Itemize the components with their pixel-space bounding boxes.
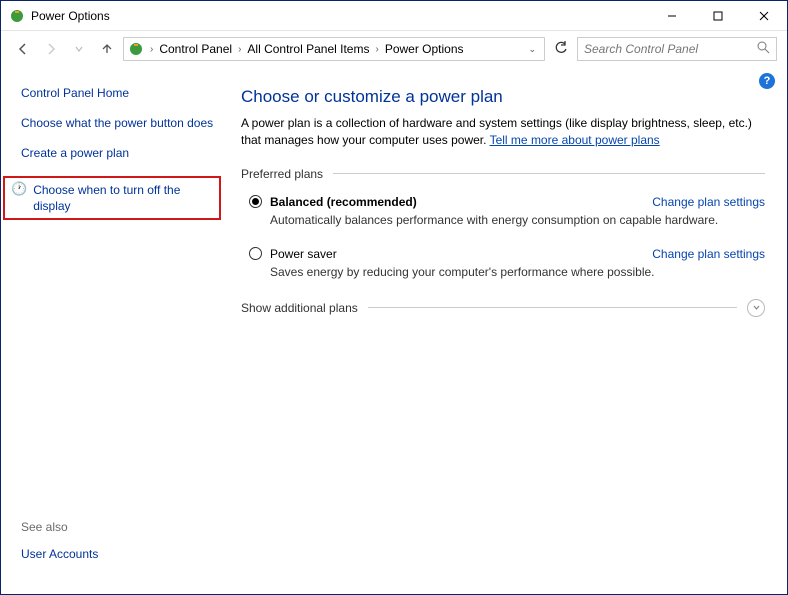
sidebar-link-power-button[interactable]: Choose what the power button does	[21, 115, 219, 131]
plan-description: Saves energy by reducing your computer's…	[270, 265, 765, 279]
navbar: › Control Panel › All Control Panel Item…	[1, 31, 787, 67]
up-button[interactable]	[95, 37, 119, 61]
change-plan-settings-link[interactable]: Change plan settings	[652, 247, 765, 261]
chevron-right-icon: ›	[373, 44, 380, 55]
plan-balanced: Balanced (recommended) Change plan setti…	[249, 195, 765, 227]
additional-plans-header[interactable]: Show additional plans	[241, 299, 765, 317]
close-button[interactable]	[741, 1, 787, 31]
back-button[interactable]	[11, 37, 35, 61]
main: Choose or customize a power plan A power…	[231, 67, 787, 594]
divider	[368, 307, 737, 308]
window-controls	[649, 1, 787, 31]
sidebar-link-turn-off-display[interactable]: 🕐 Choose when to turn off the display	[3, 176, 221, 220]
clock-icon: 🕐	[11, 182, 27, 214]
refresh-button[interactable]	[549, 41, 573, 58]
control-panel-home-link[interactable]: Control Panel Home	[21, 85, 219, 101]
help-icon[interactable]: ?	[759, 73, 775, 89]
recent-dropdown[interactable]	[67, 37, 91, 61]
see-also-label: See also	[21, 520, 98, 534]
search-icon	[757, 41, 770, 57]
chevron-down-icon[interactable]: ⌄	[528, 44, 536, 55]
search-placeholder: Search Control Panel	[584, 42, 698, 56]
sidebar-link-user-accounts[interactable]: User Accounts	[21, 546, 98, 562]
plan-description: Automatically balances performance with …	[270, 213, 765, 227]
content: Control Panel Home Choose what the power…	[1, 67, 787, 594]
window-title: Power Options	[31, 9, 110, 23]
breadcrumb-item[interactable]: Power Options	[381, 42, 468, 56]
app-icon	[9, 8, 25, 24]
plan-name[interactable]: Power saver	[270, 247, 337, 261]
breadcrumb[interactable]: › Control Panel › All Control Panel Item…	[123, 37, 545, 61]
section-label: Preferred plans	[241, 167, 323, 181]
plan-radio[interactable]	[249, 195, 262, 208]
forward-button[interactable]	[39, 37, 63, 61]
search-input[interactable]: Search Control Panel	[577, 37, 777, 61]
page-description: A power plan is a collection of hardware…	[241, 115, 765, 149]
chevron-right-icon: ›	[236, 44, 243, 55]
learn-more-link[interactable]: Tell me more about power plans	[490, 133, 660, 147]
chevron-right-icon: ›	[148, 44, 155, 55]
plan-name[interactable]: Balanced (recommended)	[270, 195, 417, 209]
plan-power-saver: Power saver Change plan settings Saves e…	[249, 247, 765, 279]
sidebar-link-create-plan[interactable]: Create a power plan	[21, 145, 219, 161]
breadcrumb-item[interactable]: All Control Panel Items	[243, 42, 373, 56]
plan-radio[interactable]	[249, 247, 262, 260]
breadcrumb-item[interactable]: Control Panel	[155, 42, 236, 56]
sidebar-bottom: See also User Accounts	[21, 520, 98, 576]
sidebar: Control Panel Home Choose what the power…	[1, 67, 231, 594]
divider	[333, 173, 765, 174]
change-plan-settings-link[interactable]: Change plan settings	[652, 195, 765, 209]
expand-icon[interactable]	[747, 299, 765, 317]
minimize-button[interactable]	[649, 1, 695, 31]
maximize-button[interactable]	[695, 1, 741, 31]
sidebar-link-label: Choose when to turn off the display	[33, 182, 213, 214]
preferred-plans-header: Preferred plans	[241, 167, 765, 181]
titlebar: Power Options	[1, 1, 787, 31]
page-title: Choose or customize a power plan	[241, 87, 765, 107]
breadcrumb-icon	[128, 41, 144, 57]
section-label: Show additional plans	[241, 301, 358, 315]
